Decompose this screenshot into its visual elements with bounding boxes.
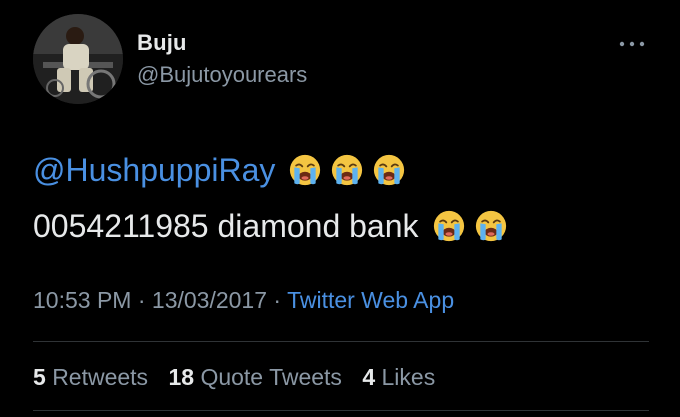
likes-count: 4: [362, 364, 376, 390]
quote-tweets-stat[interactable]: 18 Quote Tweets: [168, 364, 341, 390]
retweets-stat[interactable]: 5 Retweets: [33, 364, 148, 390]
display-name[interactable]: Buju: [137, 30, 187, 56]
tweet-line-2: 0054211985 diamond bank: [33, 198, 507, 254]
likes-label: Likes: [381, 364, 436, 390]
tweet-time[interactable]: 10:53 PM: [33, 287, 131, 313]
mention-link[interactable]: @HushpuppiRay: [33, 142, 275, 198]
crying-face-icon: [331, 154, 363, 186]
quote-tweets-count: 18: [168, 364, 195, 390]
meta-separator: ·: [267, 287, 288, 313]
retweets-count: 5: [33, 364, 46, 390]
tweet-date[interactable]: 13/03/2017: [152, 287, 267, 313]
tweet: Buju @Bujutoyourears @HushpuppiRay 00542…: [0, 0, 680, 417]
quote-tweets-label: Quote Tweets: [200, 364, 342, 390]
tweet-meta: 10:53 PM · 13/03/2017 · Twitter Web App: [33, 287, 454, 314]
divider: [33, 410, 649, 411]
avatar[interactable]: [33, 14, 123, 104]
tweet-body-text: 0054211985 diamond bank: [33, 208, 419, 244]
tweet-line-1: @HushpuppiRay: [33, 142, 507, 198]
tweet-text: @HushpuppiRay 0054211985 diamond bank: [33, 142, 507, 254]
meta-separator: ·: [131, 287, 152, 313]
crying-face-icon: [289, 154, 321, 186]
tweet-stats: 5 Retweets 18 Quote Tweets 4 Likes: [33, 364, 449, 391]
divider: [33, 341, 649, 342]
crying-face-icon: [475, 210, 507, 242]
user-handle[interactable]: @Bujutoyourears: [137, 62, 307, 88]
crying-face-icon: [433, 210, 465, 242]
more-options-icon[interactable]: [618, 38, 646, 50]
retweets-label: Retweets: [52, 364, 149, 390]
tweet-source-link[interactable]: Twitter Web App: [287, 287, 454, 313]
likes-stat[interactable]: 4 Likes: [362, 364, 435, 390]
crying-face-icon: [373, 154, 405, 186]
